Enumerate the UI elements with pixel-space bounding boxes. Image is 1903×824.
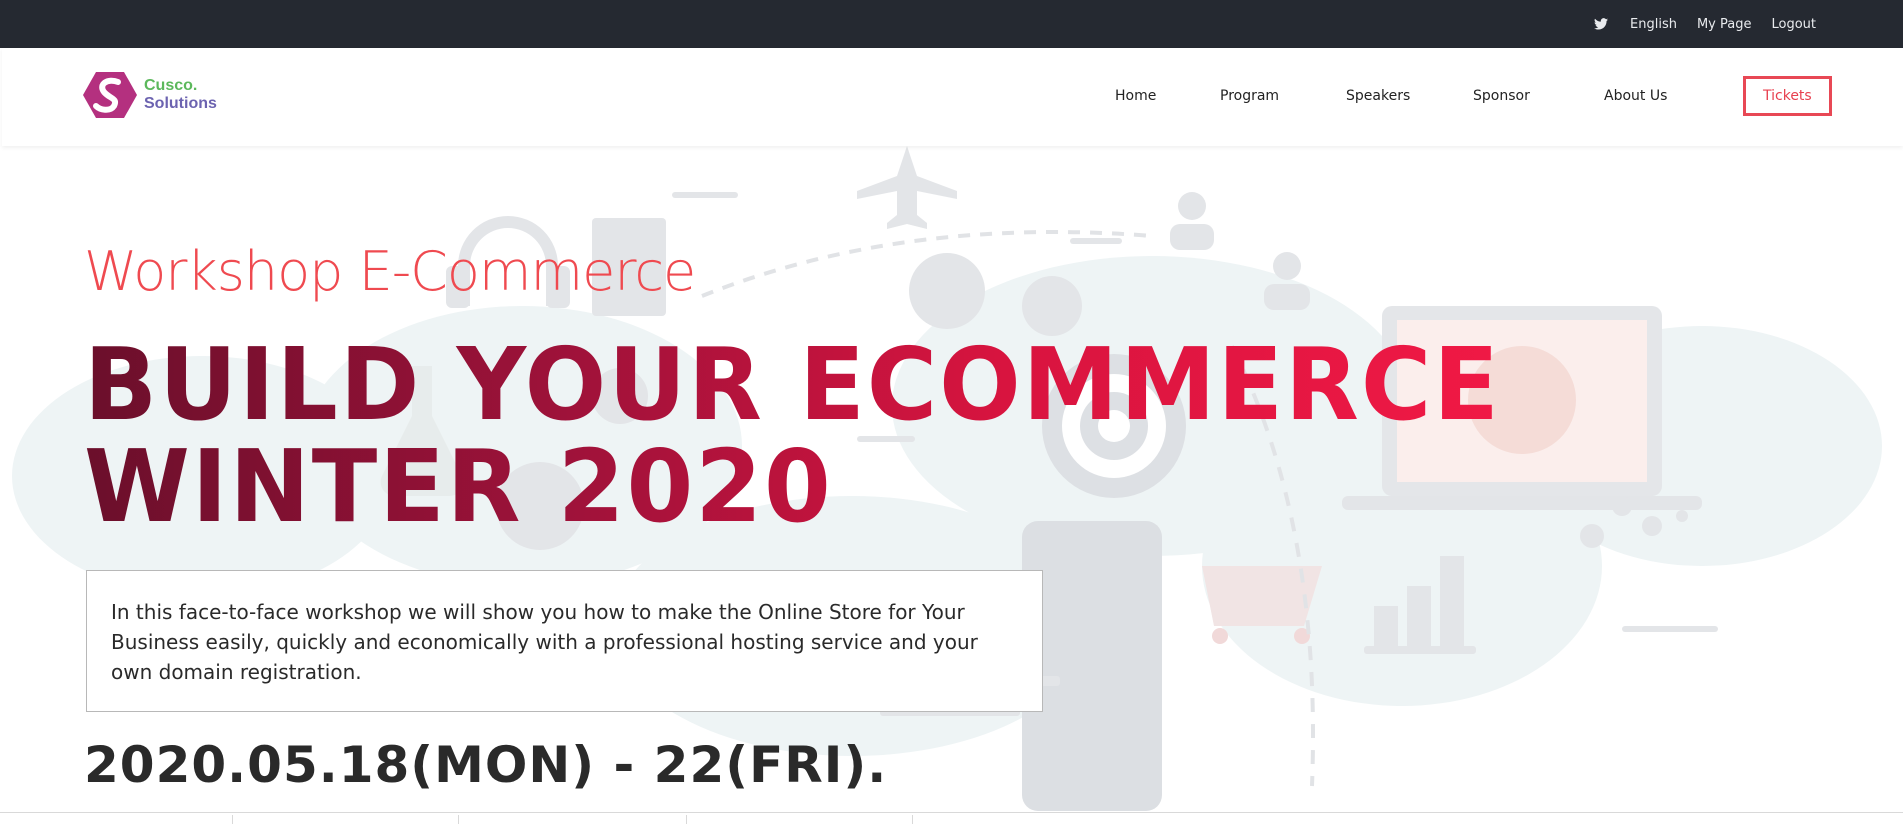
- hero-subtitle: Workshop E-Commerce: [84, 240, 696, 303]
- hero-section: Workshop E-Commerce BUILD YOUR ECOMMERCE…: [2, 146, 1903, 812]
- nav-program[interactable]: Program: [1220, 88, 1279, 104]
- my-page-link[interactable]: My Page: [1697, 17, 1752, 32]
- nav-sponsor[interactable]: Sponsor: [1473, 88, 1530, 104]
- logo-text: Cusco. Solutions: [144, 77, 217, 113]
- headline-line-2: WINTER 2020: [84, 428, 833, 545]
- event-date: 2020.05.18(MON) - 22(FRI).: [84, 736, 888, 794]
- nav-about-us[interactable]: About Us: [1604, 88, 1667, 104]
- logout-link[interactable]: Logout: [1771, 17, 1816, 32]
- logo[interactable]: Cusco. Solutions: [82, 70, 217, 120]
- description-box: In this face-to-face workshop we will sh…: [86, 570, 1043, 712]
- description-text: In this face-to-face workshop we will sh…: [111, 600, 978, 684]
- bottom-tab-strip: [0, 812, 1903, 824]
- nav-home[interactable]: Home: [1115, 88, 1156, 104]
- nav-speakers[interactable]: Speakers: [1346, 88, 1410, 104]
- headline-line-1: BUILD YOUR ECOMMERCE: [84, 326, 1501, 443]
- main-header: Cusco. Solutions Home Program Speakers S…: [2, 48, 1903, 146]
- hero-headline: BUILD YOUR ECOMMERCE WINTER 2020: [84, 334, 1501, 538]
- language-link[interactable]: English: [1630, 17, 1677, 32]
- top-links: English My Page Logout: [1594, 0, 1816, 48]
- logo-mark-icon: [83, 72, 137, 118]
- logo-line-1: Cusco.: [144, 77, 198, 94]
- top-bar: English My Page Logout: [0, 0, 1903, 48]
- twitter-icon[interactable]: [1594, 18, 1609, 30]
- tickets-button[interactable]: Tickets: [1743, 76, 1832, 116]
- logo-line-2: Solutions: [144, 95, 217, 112]
